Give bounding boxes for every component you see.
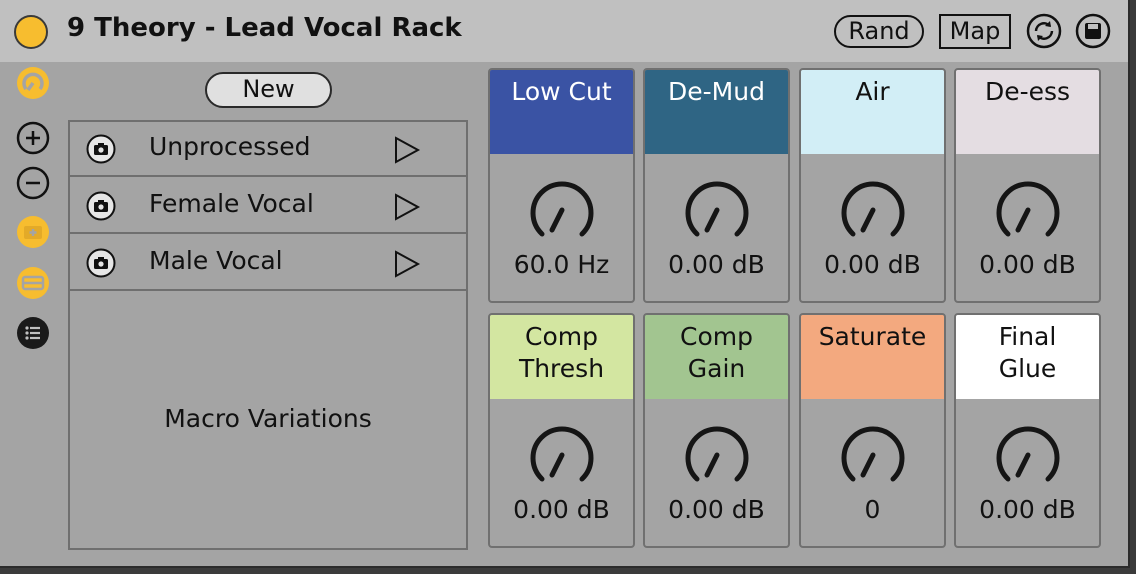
list-icon[interactable]: [16, 316, 50, 350]
play-icon[interactable]: [390, 248, 422, 280]
variation-label: Unprocessed: [149, 132, 311, 161]
camera-icon[interactable]: [86, 191, 116, 221]
macro-comp-gain: Comp Gain 0.00 dB: [643, 313, 790, 548]
macro-label[interactable]: Comp Thresh: [490, 315, 633, 399]
macro-low-cut: Low Cut 60.0 Hz: [488, 68, 635, 303]
device-title: 9 Theory - Lead Vocal Rack: [67, 13, 462, 43]
macro-label[interactable]: Air: [801, 70, 944, 154]
knob-mapping-icon[interactable]: [16, 66, 50, 100]
macro-value: 0.00 dB: [979, 250, 1076, 279]
play-icon[interactable]: [390, 191, 422, 223]
device-title-bar[interactable]: 9 Theory - Lead Vocal Rack Rand Map: [0, 0, 1128, 62]
macro-label[interactable]: Saturate: [801, 315, 944, 399]
knob-icon[interactable]: [523, 419, 601, 487]
macro-value: 0.00 dB: [824, 250, 921, 279]
randomize-button[interactable]: Rand: [834, 15, 924, 48]
variation-row[interactable]: Female Vocal: [70, 179, 466, 234]
device-power-button[interactable]: [14, 15, 48, 49]
knob-icon[interactable]: [834, 419, 912, 487]
refresh-icon[interactable]: [1026, 13, 1062, 49]
new-variation-button[interactable]: New: [205, 72, 332, 108]
knob-icon[interactable]: [523, 174, 601, 242]
play-icon[interactable]: [390, 134, 422, 166]
macro-variations-label: Macro Variations: [164, 404, 372, 433]
knob-icon[interactable]: [989, 419, 1067, 487]
macro-label[interactable]: Comp Gain: [645, 315, 788, 399]
knob-icon[interactable]: [678, 419, 756, 487]
camera-icon[interactable]: [86, 248, 116, 278]
macro-value: 0.00 dB: [668, 250, 765, 279]
camera-icon[interactable]: [86, 134, 116, 164]
macro-label[interactable]: Final Glue: [956, 315, 1099, 399]
macro-value: 0.00 dB: [668, 495, 765, 524]
rack-device: 9 Theory - Lead Vocal Rack Rand Map New …: [0, 0, 1130, 568]
variation-row[interactable]: Unprocessed: [70, 122, 466, 177]
add-variation-icon[interactable]: [16, 215, 50, 249]
macro-air: Air 0.00 dB: [799, 68, 946, 303]
save-icon[interactable]: [1075, 13, 1111, 49]
variation-row[interactable]: Male Vocal: [70, 236, 466, 291]
macro-comp-thresh: Comp Thresh 0.00 dB: [488, 313, 635, 548]
macro-value: 60.0 Hz: [513, 250, 610, 279]
variations-panel: Unprocessed Female Vocal Male Vocal Macr…: [68, 120, 468, 550]
map-button[interactable]: Map: [939, 14, 1011, 49]
variation-label: Female Vocal: [149, 189, 314, 218]
knob-icon[interactable]: [678, 174, 756, 242]
variation-label: Male Vocal: [149, 246, 283, 275]
knob-icon[interactable]: [834, 174, 912, 242]
macro-final-glue: Final Glue 0.00 dB: [954, 313, 1101, 548]
minus-icon[interactable]: [16, 166, 50, 200]
macro-label[interactable]: De-Mud: [645, 70, 788, 154]
macro-label[interactable]: De-ess: [956, 70, 1099, 154]
knob-icon[interactable]: [989, 174, 1067, 242]
macro-de-ess: De-ess 0.00 dB: [954, 68, 1101, 303]
macro-value: 0.00 dB: [513, 495, 610, 524]
remove-variation-icon[interactable]: [16, 266, 50, 300]
macro-label[interactable]: Low Cut: [490, 70, 633, 154]
macro-saturate: Saturate 0: [799, 313, 946, 548]
macro-value: 0: [864, 495, 881, 524]
macro-de-mud: De-Mud 0.00 dB: [643, 68, 790, 303]
plus-icon[interactable]: [16, 121, 50, 155]
macro-value: 0.00 dB: [979, 495, 1076, 524]
